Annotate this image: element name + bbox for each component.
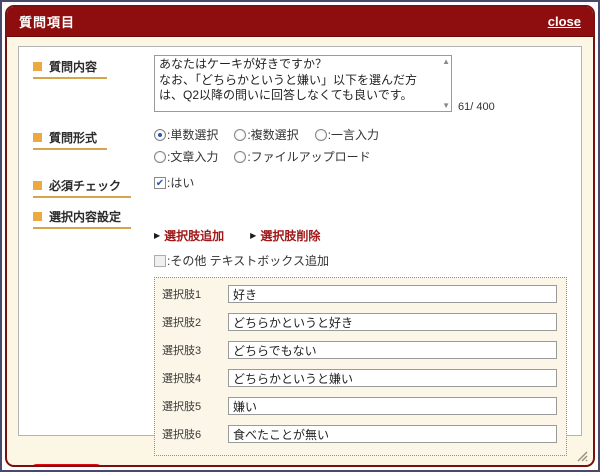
choice-input-2[interactable] (228, 313, 557, 331)
orange-square-icon (33, 62, 42, 71)
form-panel: 質問内容 あなたはケーキが好きですか？ なお、「どちらかというと嫌い」以下を選ん… (18, 46, 582, 436)
choice-settings-label: 選択内容設定 (33, 208, 131, 229)
other-textbox-checkbox[interactable]: :その他 テキストボックス追加 (154, 252, 575, 269)
question-content-row: 質問内容 あなたはケーキが好きですか？ なお、「どちらかというと嫌い」以下を選ん… (19, 55, 575, 117)
choice-row-1: 選択肢1 (162, 285, 557, 303)
dialog-buttons: ▶修正 ▶閉じる (19, 464, 575, 467)
choice-row-6: 選択肢6 (162, 425, 557, 443)
choice-input-3[interactable] (228, 341, 557, 359)
choice-row-5: 選択肢5 (162, 397, 557, 415)
radio-long-text[interactable]: :文章入力 (154, 148, 218, 165)
dialog-title: 質問項目 (19, 12, 75, 31)
radio-selected-icon[interactable] (154, 129, 166, 141)
dialog-titlebar: 質問項目 close (7, 7, 593, 37)
question-item-dialog: 質問項目 close 質問内容 あなたはケーキが好きですか？ なお、「どちらかと… (5, 5, 595, 467)
choice-label: 選択肢6 (162, 426, 228, 442)
radio-short-text[interactable]: :一言入力 (315, 126, 379, 143)
choice-label: 選択肢1 (162, 286, 228, 302)
radio-single-select[interactable]: :単数選択 (154, 126, 218, 143)
browser-viewport: 質問項目 close 質問内容 あなたはケーキが好きですか？ なお、「どちらかと… (0, 0, 600, 472)
orange-square-icon (33, 181, 42, 190)
orange-square-icon (33, 133, 42, 142)
scrollbar-down-icon[interactable]: ▼ (442, 102, 450, 110)
close-link[interactable]: close (548, 14, 581, 29)
triangle-right-icon: ▶ (154, 231, 160, 240)
scrollbar-up-icon[interactable]: ▲ (442, 58, 450, 66)
choice-input-4[interactable] (228, 369, 557, 387)
checkbox-unchecked-icon[interactable] (154, 255, 166, 267)
choice-input-6[interactable] (228, 425, 557, 443)
question-content-textarea[interactable]: あなたはケーキが好きですか？ なお、「どちらかというと嫌い」以下を選んだ方は、Q… (154, 55, 452, 112)
choice-label: 選択肢4 (162, 370, 228, 386)
char-counter: 61/ 400 (458, 101, 495, 117)
orange-square-icon (33, 212, 42, 221)
triangle-right-icon: ▶ (250, 231, 256, 240)
add-choice-link[interactable]: ▶選択肢追加 (154, 227, 224, 244)
choice-row-4: 選択肢4 (162, 369, 557, 387)
required-check-label: 必須チェック (33, 177, 131, 198)
choice-label: 選択肢5 (162, 398, 228, 414)
resize-grip-icon[interactable] (575, 449, 588, 462)
question-content-label: 質問内容 (33, 58, 107, 79)
choice-label: 選択肢2 (162, 314, 228, 330)
required-yes-checkbox[interactable]: ✔:はい (154, 174, 575, 191)
radio-icon[interactable] (234, 151, 246, 163)
choice-settings-row: 選択内容設定 ▶選択肢追加 ▶選択肢削除 :その他 テキストボックス追加 選択肢… (19, 205, 575, 456)
checkbox-checked-icon[interactable]: ✔ (154, 177, 166, 189)
question-format-label: 質問形式 (33, 129, 107, 150)
choices-box: 選択肢1 選択肢2 選択肢3 選択肢4 (154, 277, 567, 456)
choice-input-1[interactable] (228, 285, 557, 303)
radio-icon[interactable] (315, 129, 327, 141)
required-check-row: 必須チェック ✔:はい (19, 174, 575, 198)
radio-multi-select[interactable]: :複数選択 (234, 126, 298, 143)
radio-file-upload[interactable]: :ファイルアップロード (234, 148, 370, 165)
choice-row-3: 選択肢3 (162, 341, 557, 359)
radio-icon[interactable] (234, 129, 246, 141)
question-format-row: 質問形式 :単数選択 :複数選択 :一言入力 :文章入力 :ファイルアップロード (19, 126, 575, 170)
radio-icon[interactable] (154, 151, 166, 163)
choice-input-5[interactable] (228, 397, 557, 415)
red-highlight-annotation: ▶修正 (29, 464, 104, 467)
choice-label: 選択肢3 (162, 342, 228, 358)
delete-choice-link[interactable]: ▶選択肢削除 (250, 227, 320, 244)
choice-row-2: 選択肢2 (162, 313, 557, 331)
